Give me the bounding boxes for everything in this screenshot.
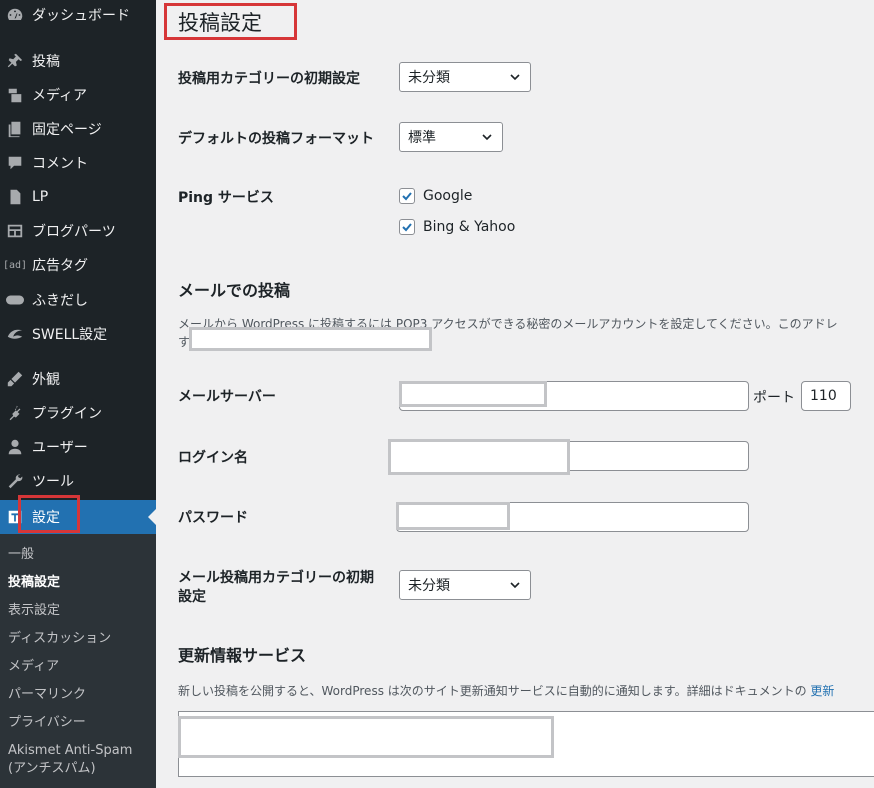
user-icon [5,437,25,457]
submenu-item-discussion[interactable]: ディスカッション [8,630,153,648]
sidebar-item-label: ダッシュボード [32,8,130,24]
check-icon [402,223,412,232]
update-services-title: 更新情報サービス [178,646,307,665]
default-format-label: デフォルトの投稿フォーマット [178,131,374,147]
select-value: 標準 [408,130,436,146]
sidebar-item-label: 固定ページ [32,122,102,138]
sidebar-item-fukidashi[interactable]: ふきだし [0,283,156,317]
sidebar-item-media[interactable]: メディア [0,78,156,112]
wrench-icon [5,471,25,491]
sidebar-item-comments[interactable]: コメント [0,146,156,180]
port-label: ポート [753,390,795,406]
ping-bing-row[interactable]: Bing & Yahoo [399,219,515,235]
settings-highlight-box [18,495,80,533]
sidebar-item-users[interactable]: ユーザー [0,430,156,464]
redacted-ping-sites [178,716,554,758]
sidebar-item-pages[interactable]: 固定ページ [0,112,156,146]
sidebar-item-tools[interactable]: ツール [0,464,156,498]
submenu-item-media[interactable]: メディア [8,658,153,676]
submenu-item-writing[interactable]: 投稿設定 [8,574,153,592]
check-icon [402,192,412,201]
sidebar-item-label: ふきだし [32,293,88,309]
default-category-label: 投稿用カテゴリーの初期設定 [178,71,360,87]
admin-sidebar: ダッシュボード 投稿 メディア 固定ページ コメント LP ブログパーツ [ad… [0,0,156,788]
swell-icon [5,324,25,344]
chevron-down-icon [510,582,520,589]
sidebar-item-label: ブログパーツ [32,224,116,240]
redacted-address [189,327,432,351]
redacted-server [399,381,547,407]
sidebar-item-posts[interactable]: 投稿 [0,44,156,78]
sidebar-item-label: 外観 [32,372,60,388]
media-icon [5,85,25,105]
submenu-item-privacy[interactable]: プライバシー [8,714,153,732]
redacted-login [388,439,570,475]
sidebar-item-label: 投稿 [32,54,60,70]
mail-category-select[interactable]: 未分類 [399,570,531,600]
page-icon [5,119,25,139]
select-value: 未分類 [408,578,450,594]
port-input[interactable]: 110 [801,381,851,411]
description-text: 新しい投稿を公開すると、WordPress は次のサイト更新通知サービスに自動的… [178,684,811,698]
document-icon [5,187,25,207]
sidebar-item-dashboard[interactable]: ダッシュボード [0,0,156,32]
sidebar-item-label: コメント [32,156,88,172]
appearance-icon [5,369,25,389]
sidebar-item-plugins[interactable]: プラグイン [0,396,156,430]
submenu-item-akismet[interactable]: Akismet Anti-Spam (アンチスパム) [8,742,153,778]
sidebar-item-label: プラグイン [32,406,102,422]
plugin-icon [5,403,25,423]
chevron-down-icon [482,134,492,141]
sidebar-item-label: SWELL設定 [32,327,108,343]
sidebar-item-ad-tag[interactable]: [ad] 広告タグ [0,248,156,282]
login-name-label: ログイン名 [178,450,248,466]
bing-yahoo-checkbox[interactable] [399,219,415,235]
sidebar-item-appearance[interactable]: 外観 [0,362,156,396]
dashboard-icon [5,5,25,25]
title-highlight-box [164,3,297,40]
speech-bubble-icon [5,290,25,310]
pin-icon [5,51,25,71]
port-value: 110 [810,388,837,404]
checkbox-label: Google [423,188,473,204]
mail-category-label: メール投稿用カテゴリーの初期 [178,570,374,586]
ping-google-row[interactable]: Google [399,188,472,204]
submenu-item-general[interactable]: 一般 [8,546,153,564]
default-category-select[interactable]: 未分類 [399,62,531,92]
comment-icon [5,153,25,173]
update-services-doc-link[interactable]: 更新 [810,684,834,698]
sidebar-item-label: メディア [32,88,88,104]
mail-server-label: メールサーバー [178,389,276,405]
chevron-down-icon [510,74,520,81]
sidebar-item-label: 広告タグ [32,258,88,274]
submenu-item-reading[interactable]: 表示設定 [8,602,153,620]
sidebar-item-label: LP [32,189,49,205]
google-checkbox[interactable] [399,188,415,204]
sidebar-item-lp[interactable]: LP [0,180,156,214]
submenu-item-permalinks[interactable]: パーマリンク [8,686,153,704]
sidebar-item-blog-parts[interactable]: ブログパーツ [0,214,156,248]
select-value: 未分類 [408,70,450,86]
sidebar-item-label: ツール [32,474,74,490]
sidebar-item-label: ユーザー [32,440,88,456]
settings-submenu: 一般 投稿設定 表示設定 ディスカッション メディア パーマリンク プライバシー… [0,534,156,788]
ping-services-label: Ping サービス [178,190,274,206]
checkbox-label: Bing & Yahoo [423,219,516,235]
main-content: 投稿設定 投稿用カテゴリーの初期設定 未分類 デフォルトの投稿フォーマット 標準… [156,0,874,788]
default-format-select[interactable]: 標準 [399,122,503,152]
sidebar-item-swell-settings[interactable]: SWELL設定 [0,317,156,351]
ad-tag-icon: [ad] [2,259,28,271]
password-label: パスワード [178,510,248,526]
layout-icon [5,221,25,241]
mail-section-title: メールでの投稿 [178,281,291,300]
update-services-description: 新しい投稿を公開すると、WordPress は次のサイト更新通知サービスに自動的… [178,682,834,699]
mail-category-label-cont: 設定 [178,589,206,605]
redacted-password [396,502,510,530]
